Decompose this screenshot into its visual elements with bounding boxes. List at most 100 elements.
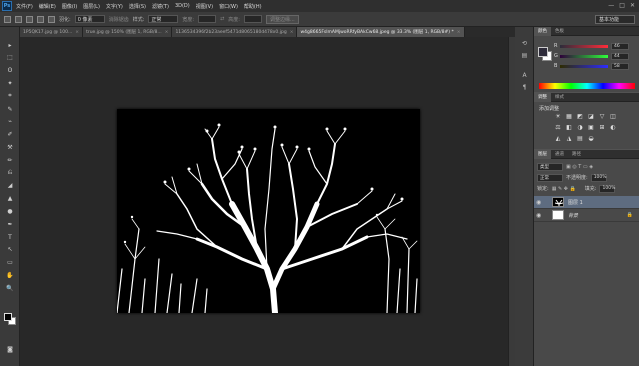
tab-paths[interactable]: 路径 <box>568 150 585 159</box>
adjustment-icon[interactable]: ▦ <box>565 113 573 120</box>
adjustment-icon[interactable]: ◪ <box>587 113 595 120</box>
b-value[interactable]: 58 <box>611 62 629 70</box>
new-selection-icon[interactable] <box>15 15 22 23</box>
foreground-color-swatch[interactable] <box>4 313 12 321</box>
quick-mask-icon[interactable]: ◙ <box>5 345 15 353</box>
menu-item[interactable]: 3D(D) <box>175 3 190 10</box>
minimize-button[interactable]: — <box>608 2 614 9</box>
adjustment-icon[interactable]: ▣ <box>587 124 595 131</box>
character-icon[interactable]: A <box>520 71 529 80</box>
adjustment-icon[interactable]: ◑ <box>576 124 584 131</box>
menu-item[interactable]: 编辑(E) <box>39 3 56 10</box>
slider-r[interactable]: R 46 <box>554 42 636 50</box>
adjustment-icon[interactable]: ◭ <box>554 135 562 142</box>
subtract-selection-icon[interactable] <box>37 15 44 23</box>
menu-item[interactable]: 文字(Y) <box>106 3 123 10</box>
tool-icon[interactable]: ⎌ <box>5 169 15 177</box>
antialias-checkbox[interactable]: 消除锯齿 <box>109 16 129 23</box>
style-select[interactable]: 正常 <box>148 15 179 23</box>
marquee-tool-icon[interactable] <box>4 15 11 23</box>
menu-item[interactable]: 窗口(W) <box>219 3 238 10</box>
menu-item[interactable]: 文件(F) <box>16 3 33 10</box>
document-canvas[interactable] <box>116 109 420 316</box>
menu-item[interactable]: 视图(V) <box>196 3 213 10</box>
intersect-selection-icon[interactable] <box>48 15 55 23</box>
tool-icon[interactable]: ⬚ <box>5 54 15 62</box>
tool-icon[interactable]: ⌁ <box>5 118 15 126</box>
tool-icon[interactable]: 🔍 <box>5 284 15 292</box>
properties-icon[interactable]: ▤ <box>520 51 529 60</box>
menu-item[interactable]: 帮助(H) <box>244 3 262 10</box>
add-selection-icon[interactable] <box>26 15 33 23</box>
layer-row[interactable]: ◉ 背景 🔒 <box>534 209 639 222</box>
visibility-eye-icon[interactable]: ◉ <box>536 199 544 206</box>
tool-icon[interactable]: ✐ <box>5 131 15 139</box>
paragraph-icon[interactable]: ¶ <box>520 83 529 92</box>
tab-swatches[interactable]: 色板 <box>551 27 568 36</box>
visibility-eye-icon[interactable]: ◉ <box>536 212 544 219</box>
adjustment-icon[interactable]: ◫ <box>609 113 617 120</box>
tab-color[interactable]: 颜色 <box>534 26 551 36</box>
history-icon[interactable]: ⟲ <box>520 39 529 48</box>
feather-input[interactable]: 0 像素 <box>74 15 105 23</box>
adjustment-icon[interactable]: ◮ <box>565 135 573 142</box>
adjustment-icon[interactable]: ⊞ <box>598 124 606 131</box>
adjustment-icon[interactable]: ◩ <box>576 113 584 120</box>
tool-icon[interactable]: ◢ <box>5 182 15 190</box>
tool-icon[interactable]: ▭ <box>5 259 15 267</box>
g-track[interactable] <box>560 54 608 58</box>
tool-icon[interactable]: ✏ <box>5 156 15 164</box>
vertical-scrollbar[interactable] <box>508 37 515 366</box>
menu-item[interactable]: 图像(I) <box>62 3 77 10</box>
tab-adjustments[interactable]: 调整 <box>534 92 551 102</box>
layer-kind-select[interactable]: 类型 <box>537 162 563 171</box>
filter-icons[interactable]: ▣ ◎ T ▭ ◈ <box>566 164 593 170</box>
tab-channels[interactable]: 通道 <box>551 150 568 159</box>
adjustment-icon[interactable]: ⚖ <box>554 124 562 131</box>
layer-row[interactable]: ◉ 图层 1 <box>534 196 639 209</box>
foreground-swatch[interactable] <box>538 47 548 57</box>
slider-b[interactable]: B 58 <box>554 62 636 70</box>
adjustment-icon[interactable]: ◧ <box>565 124 573 131</box>
r-track[interactable] <box>560 44 608 48</box>
tool-icon[interactable]: ⚒ <box>5 143 15 151</box>
tool-icon[interactable]: ▲ <box>5 195 15 203</box>
close-tab-icon[interactable]: × <box>165 30 169 35</box>
tool-icon[interactable]: ↖ <box>5 246 15 254</box>
r-value[interactable]: 46 <box>611 42 629 50</box>
b-track[interactable] <box>560 64 608 68</box>
tool-icon[interactable]: ✋ <box>5 271 15 279</box>
slider-g[interactable]: G 44 <box>554 52 636 60</box>
color-spectrum[interactable] <box>539 83 635 89</box>
height-input[interactable] <box>243 15 262 23</box>
tool-icon[interactable]: ⌗ <box>5 92 15 100</box>
close-button[interactable]: ✕ <box>630 2 635 9</box>
workspace-select[interactable]: 基本功能 <box>595 15 635 24</box>
tool-icon[interactable]: ✎ <box>5 105 15 113</box>
swap-icon[interactable]: ⇄ <box>220 16 224 22</box>
fill-input[interactable]: 100% <box>599 184 616 193</box>
adjustment-icon[interactable]: ◒ <box>587 135 595 142</box>
menu-item[interactable]: 选择(S) <box>129 3 146 10</box>
opacity-input[interactable]: 100% <box>590 173 607 182</box>
adjustment-icon[interactable]: ☀ <box>554 113 562 120</box>
tool-icon[interactable]: ● <box>5 207 15 215</box>
maximize-button[interactable]: □ <box>619 2 625 9</box>
tool-icon[interactable]: ✒ <box>5 220 15 228</box>
document-tab[interactable]: true.jpg @ 150% (图层 1, RGB/8... × <box>83 27 173 37</box>
document-tab[interactable]: 1136534396f2b23aeef5471d8065180d478x0.jp… <box>172 27 298 37</box>
lock-icons[interactable]: ▦ ✎ ✥ 🔒 <box>552 186 576 192</box>
close-tab-icon[interactable]: × <box>457 30 461 35</box>
blend-mode-select[interactable]: 正常 <box>537 173 563 182</box>
tool-icon[interactable]: ✦ <box>5 79 15 87</box>
adjustment-icon[interactable]: ▤ <box>576 135 584 142</box>
menu-item[interactable]: 图层(L) <box>83 3 100 10</box>
tab-styles[interactable]: 样式 <box>551 93 568 102</box>
close-tab-icon[interactable]: × <box>290 30 294 35</box>
refine-edge-button[interactable]: 调整边缘... <box>265 14 299 24</box>
tool-icon[interactable]: T <box>5 233 15 241</box>
width-input[interactable] <box>198 15 217 23</box>
adjustment-icon[interactable]: ◐ <box>609 124 617 131</box>
adjustment-icon[interactable]: ▽ <box>598 113 606 120</box>
document-tab[interactable]: 1P5QK17.jpg @ 100... × <box>20 27 84 37</box>
